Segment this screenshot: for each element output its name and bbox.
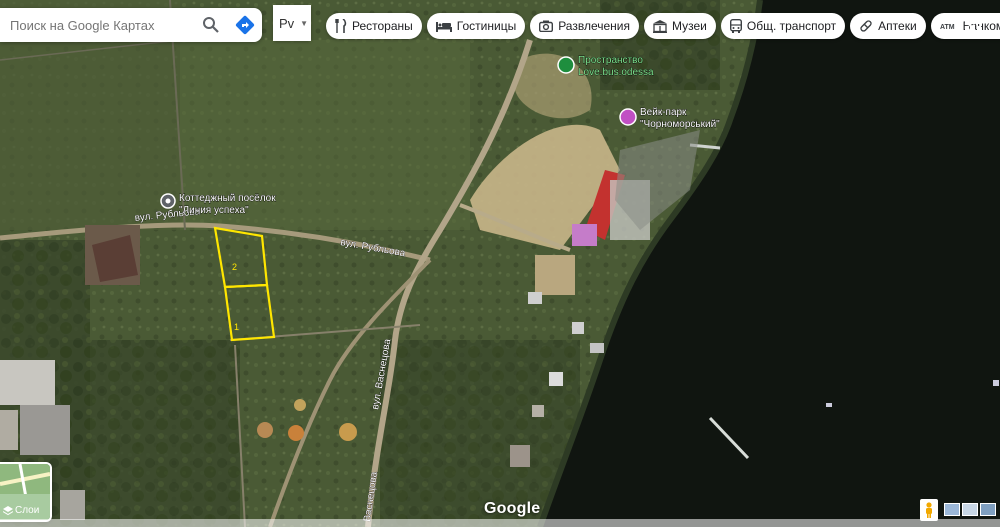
google-logo: Google — [484, 500, 541, 517]
category-chips: Рестораны Гостиницы Развлечения Музеи Об… — [326, 13, 1000, 39]
imagery-thumb-2[interactable] — [962, 503, 978, 516]
imagery-thumbnails[interactable] — [944, 503, 996, 516]
layers-label: Слои — [15, 505, 40, 516]
imagery-thumb-3[interactable] — [980, 503, 996, 516]
layers-icon — [3, 505, 13, 515]
directions-icon — [235, 15, 255, 35]
chip-entertainment-label: Развлечения — [558, 19, 630, 33]
search-box — [0, 8, 262, 42]
pink-pin-icon — [619, 108, 637, 126]
chip-museums-label: Музеи — [671, 19, 707, 33]
chevron-down-icon: ▼ — [300, 18, 309, 28]
leaf-pin-icon — [557, 56, 575, 74]
satellite-map[interactable]: 2 1 вул. Рубльова вул. Рубльова вул. Вас… — [0, 0, 1000, 527]
layers-button[interactable]: Слои — [0, 462, 52, 522]
place-label-cottage-line1: Коттеджный посёлок — [179, 193, 276, 204]
chip-hotels[interactable]: Гостиницы — [426, 13, 526, 39]
atm-icon: ATM — [940, 24, 955, 31]
chip-restaurants[interactable]: Рестораны — [326, 13, 422, 39]
input-tools-label: Рv — [279, 15, 295, 31]
plot-1-number: 1 — [234, 322, 239, 332]
chip-pharmacies-label: Аптеки — [878, 19, 917, 33]
search-button[interactable] — [194, 8, 228, 42]
chip-entertainment[interactable]: Развлечения — [530, 13, 639, 39]
chip-pharmacies[interactable]: Аптеки — [850, 13, 926, 39]
place-label-wake-park-line1: Вейк-парк — [640, 107, 687, 118]
place-label-love-bus-line1: Пространство — [578, 55, 643, 66]
chip-transit[interactable]: Общ. транспорт — [720, 13, 846, 39]
place-label-wake-park-line2: "Чорноморський" — [640, 119, 720, 130]
svg-text:ATM: ATM — [940, 24, 955, 31]
place-label-love-bus-line2: Love.bus.odessa — [578, 67, 654, 78]
camera-icon — [539, 20, 554, 32]
footer-bar — [0, 519, 1000, 527]
bed-icon — [435, 22, 452, 32]
museum-icon — [652, 19, 667, 33]
fork-knife-icon — [335, 19, 347, 33]
chip-transit-label: Общ. транспорт — [746, 19, 837, 33]
search-icon — [203, 17, 219, 33]
directions-button[interactable] — [228, 8, 262, 42]
plot-2-number: 2 — [232, 262, 237, 272]
imagery-thumb-1[interactable] — [944, 503, 960, 516]
search-input[interactable] — [8, 16, 194, 34]
chip-museums[interactable]: Музеи — [643, 13, 716, 39]
input-tools-selector[interactable]: Рv ▼ — [273, 5, 311, 41]
pill-icon — [860, 20, 872, 32]
place-label-cottage-line2: "Линия успеха" — [179, 205, 249, 216]
chip-hotels-label: Гостиницы — [456, 19, 517, 33]
pegman-icon — [926, 502, 932, 518]
apps-grid-icon[interactable] — [963, 12, 983, 32]
bus-icon — [729, 19, 742, 33]
chip-restaurants-label: Рестораны — [352, 19, 413, 33]
pegman-button[interactable] — [920, 499, 938, 521]
